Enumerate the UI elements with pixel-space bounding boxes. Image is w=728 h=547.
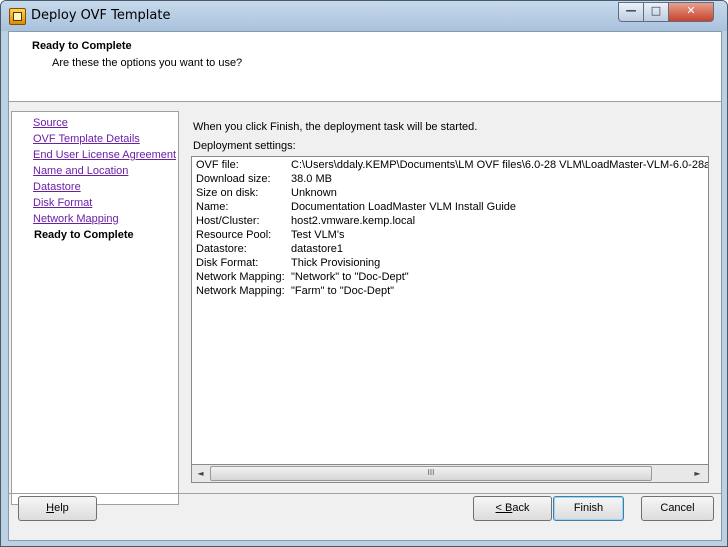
nav-item-network-mapping[interactable]: Network Mapping [33,213,119,225]
window-title: Deploy OVF Template [31,8,171,23]
minimize-button[interactable]: — [618,2,644,22]
nav-item-datastore[interactable]: Datastore [33,181,81,193]
help-label: elp [54,502,69,514]
deployment-settings-box[interactable]: OVF file: C:\Users\ddaly.KEMP\Documents\L… [191,156,709,483]
page-title: Ready to Complete [32,40,132,52]
scrollbar-thumb[interactable]: III [210,466,652,481]
scroll-left-icon[interactable]: ◄ [192,465,209,482]
setting-key: Datastore: [196,243,247,255]
setting-key: Name: [196,201,229,213]
setting-value: host2.vmware.kemp.local [291,215,416,227]
setting-value: Test VLM's [291,229,345,241]
setting-value: Thick Provisioning [291,257,381,269]
back-label: ack [512,502,530,514]
nav-item-source[interactable]: Source [33,117,68,129]
nav-item-name-and-location[interactable]: Name and Location [33,165,128,177]
nav-item-disk-format[interactable]: Disk Format [33,197,92,209]
back-button[interactable]: < Back [473,496,552,521]
help-mnemonic: H [46,502,55,514]
nav-item-ovf-template-details[interactable]: OVF Template Details [33,133,140,145]
finish-info-text: When you click Finish, the deployment ta… [193,121,478,133]
setting-key: OVF file: [196,159,239,171]
wizard-steps-nav: Source OVF Template Details End User Lic… [11,111,179,505]
title-bar[interactable]: Deploy OVF Template — □ ✕ [1,1,727,31]
setting-key: Disk Format: [196,257,259,269]
close-button[interactable]: ✕ [668,2,714,22]
deployment-settings-label: Deployment settings: [193,140,296,152]
scroll-right-icon[interactable]: ► [689,465,706,482]
back-mnemonic-arrow: < [495,502,505,514]
maximize-button[interactable]: □ [643,2,669,22]
setting-key: Download size: [196,173,271,185]
finish-button[interactable]: Finish [553,496,624,521]
setting-key: Host/Cluster: [196,215,260,227]
setting-value: "Network" to "Doc-Dept" [291,271,409,283]
setting-key: Size on disk: [196,187,259,199]
dialog-client: Ready to Complete Are these the options … [8,31,722,541]
setting-value: Documentation LoadMaster VLM Install Gui… [291,201,517,213]
wizard-header: Ready to Complete Are these the options … [9,32,721,102]
help-button[interactable]: Help [18,496,97,521]
setting-value: Unknown [291,187,337,199]
nav-item-ready-to-complete: Ready to Complete [34,229,134,241]
page-subtitle: Are these the options you want to use? [52,57,243,69]
setting-value: datastore1 [291,243,343,255]
setting-value: 38.0 MB [291,173,332,185]
setting-key: Network Mapping: [196,271,285,283]
setting-value: "Farm" to "Doc-Dept" [291,285,395,297]
nav-item-eula[interactable]: End User License Agreement [33,149,176,161]
setting-key: Network Mapping: [196,285,285,297]
deploy-ovf-window: Deploy OVF Template — □ ✕ Ready to Compl… [0,0,728,547]
cancel-button[interactable]: Cancel [641,496,714,521]
setting-key: Resource Pool: [196,229,272,241]
vsphere-app-icon [9,8,26,25]
horizontal-scrollbar[interactable]: ◄ III ► [191,464,709,483]
setting-value: C:\Users\ddaly.KEMP\Documents\LM OVF fil… [291,159,709,171]
footer-divider [9,493,721,494]
